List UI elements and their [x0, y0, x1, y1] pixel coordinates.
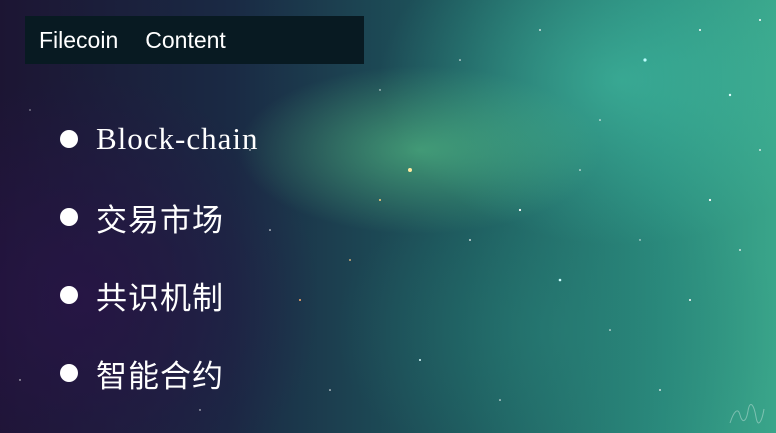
- bullet-label: Block-chain: [96, 121, 259, 156]
- content-bullet-list: Block-chain 交易市场 共识机制 智能合约: [60, 100, 259, 412]
- bullet-dot-icon: [60, 364, 78, 382]
- bullet-item-blockchain: Block-chain: [60, 100, 259, 178]
- bullet-item-smart-contract: 智能合约: [60, 334, 259, 412]
- bullet-label: 交易市场: [96, 202, 224, 238]
- bullet-label: 共识机制: [96, 280, 224, 316]
- bullet-dot-icon: [60, 286, 78, 304]
- title-word-filecoin: Filecoin: [39, 26, 119, 53]
- bullet-label: 智能合约: [96, 358, 224, 394]
- bullet-dot-icon: [60, 208, 78, 226]
- title-word-content: Content: [145, 26, 226, 53]
- title-bar: Filecoin Content: [25, 16, 364, 64]
- artist-signature-icon: [729, 403, 765, 424]
- bullet-item-market: 交易市场: [60, 178, 259, 256]
- bullet-item-consensus: 共识机制: [60, 256, 259, 334]
- bullet-dot-icon: [60, 130, 78, 148]
